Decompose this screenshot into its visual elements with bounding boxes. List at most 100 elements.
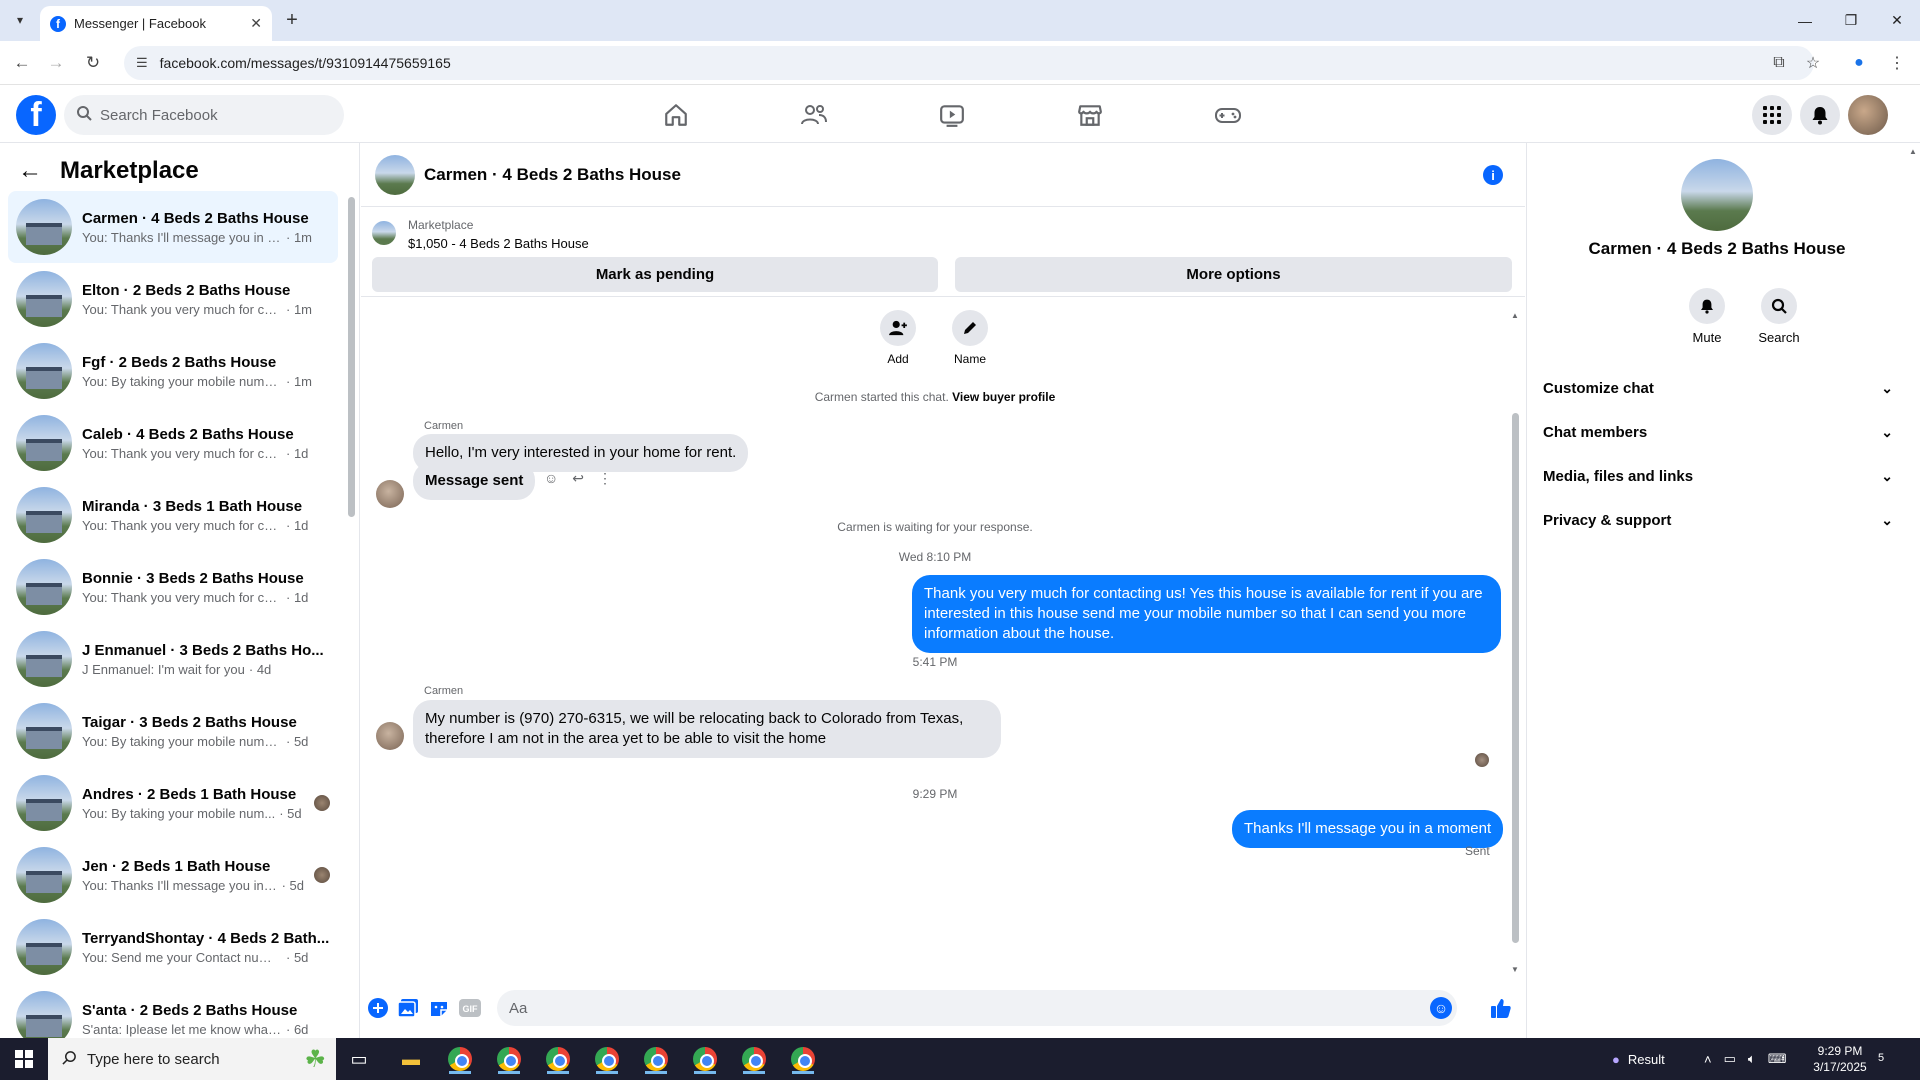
account-avatar[interactable]: [1848, 95, 1888, 135]
taskbar-search-input[interactable]: Type here to search ☘: [48, 1038, 336, 1080]
profile-icon[interactable]: ●: [1846, 50, 1872, 76]
incoming-message[interactable]: My number is (970) 270-6315, we will be …: [413, 700, 1001, 758]
conversation-item[interactable]: Taigar · 3 Beds 2 Baths House You: By tak…: [8, 695, 338, 767]
minimize-icon[interactable]: —: [1782, 0, 1828, 41]
conversation-item[interactable]: Jen · 2 Beds 1 Bath House You: Thanks I'l…: [8, 839, 338, 911]
notifications-bell-icon[interactable]: [1800, 95, 1840, 135]
listing-title[interactable]: $1,050 - 4 Beds 2 Baths House: [408, 236, 589, 251]
outgoing-message[interactable]: Thank you very much for contacting us! Y…: [912, 575, 1501, 653]
more-actions-icon[interactable]: ⋮: [598, 470, 612, 487]
chrome-taskbar-icon[interactable]: [739, 1044, 769, 1074]
chat-avatar[interactable]: [375, 155, 415, 195]
panel-scroll-up-icon[interactable]: ▲: [1909, 147, 1917, 156]
more-options-button[interactable]: More options: [955, 257, 1512, 292]
details-avatar[interactable]: [1681, 159, 1753, 231]
facebook-search-input[interactable]: Search Facebook: [64, 95, 344, 135]
bookmark-star-icon[interactable]: ☆: [1800, 50, 1826, 76]
conversation-item[interactable]: S'anta · 2 Beds 2 Baths House S'anta: Ipl…: [8, 983, 338, 1038]
chrome-taskbar-icon[interactable]: [445, 1044, 475, 1074]
facebook-logo-icon[interactable]: f: [16, 95, 56, 135]
forward-icon[interactable]: →: [43, 50, 69, 76]
sidebar-scrollbar[interactable]: [348, 197, 355, 517]
sticker-icon[interactable]: [428, 997, 450, 1019]
listing-thumbnail[interactable]: [372, 221, 396, 245]
restore-icon[interactable]: ❐: [1828, 0, 1874, 41]
privacy-support-section[interactable]: Privacy & support ⌄: [1543, 498, 1893, 542]
chrome-taskbar-icon[interactable]: [494, 1044, 524, 1074]
friends-icon[interactable]: [790, 95, 838, 135]
conversation-item[interactable]: Andres · 2 Beds 1 Bath House You: By taki…: [8, 767, 338, 839]
sender-avatar[interactable]: [376, 480, 404, 508]
site-info-icon[interactable]: ☰: [136, 55, 148, 71]
result-tray-item[interactable]: ● Result: [1612, 1038, 1665, 1080]
sender-avatar[interactable]: [376, 722, 404, 750]
volume-icon[interactable]: 🔈︎: [1748, 1051, 1756, 1067]
name-chat-button[interactable]: Name: [940, 310, 1000, 366]
gif-icon[interactable]: GIF: [459, 997, 481, 1019]
conversation-item[interactable]: Carmen · 4 Beds 2 Baths House You: Thanks…: [8, 191, 338, 263]
reply-icon[interactable]: ↩: [572, 470, 584, 487]
chat-scrollbar[interactable]: [1512, 413, 1519, 943]
react-emoji-icon[interactable]: ☺: [544, 470, 558, 487]
browser-tab[interactable]: f Messenger | Facebook ✕: [40, 6, 272, 41]
gaming-icon[interactable]: [1204, 95, 1252, 135]
show-hidden-icons-icon[interactable]: ˄: [1704, 1052, 1712, 1067]
info-icon[interactable]: i: [1483, 165, 1503, 185]
conversation-item[interactable]: Fgf · 2 Beds 2 Baths House You: By taking…: [8, 335, 338, 407]
conversation-name: Taigar · 3 Beds 2 Baths House: [82, 713, 297, 731]
home-icon[interactable]: [652, 95, 700, 135]
tab-search-dropdown-icon[interactable]: ▾: [8, 8, 32, 32]
add-people-button[interactable]: Add: [868, 310, 928, 366]
mark-as-pending-button[interactable]: Mark as pending: [372, 257, 938, 292]
conversation-item[interactable]: J Enmanuel · 3 Beds 2 Baths Ho... J Enman…: [8, 623, 338, 695]
conversation-name: Carmen · 4 Beds 2 Baths House: [82, 209, 309, 227]
plus-circle-icon[interactable]: [367, 997, 389, 1019]
install-app-icon[interactable]: ⧉: [1766, 50, 1792, 76]
task-view-icon[interactable]: ▭: [344, 1044, 374, 1074]
conversation-item[interactable]: Miranda · 3 Beds 1 Bath House You: Thank …: [8, 479, 338, 551]
windows-start-icon[interactable]: [0, 1038, 48, 1080]
reload-icon[interactable]: ↻: [80, 50, 106, 76]
outgoing-message[interactable]: Thanks I'll message you in a moment: [1232, 810, 1504, 848]
chat-members-section[interactable]: Chat members ⌄: [1543, 410, 1893, 454]
video-icon[interactable]: [928, 95, 976, 135]
incoming-message[interactable]: Message sent: [413, 462, 536, 500]
back-icon[interactable]: ←: [9, 50, 35, 76]
customize-chat-section[interactable]: Customize chat ⌄: [1543, 366, 1893, 410]
taskbar-clock[interactable]: 9:29 PM 3/17/2025: [1800, 1043, 1880, 1075]
notification-center-icon[interactable]: 5: [1878, 1048, 1884, 1066]
scroll-down-arrow-icon[interactable]: ▼: [1511, 965, 1519, 974]
conversation-item[interactable]: Elton · 2 Beds 2 Baths House You: Thank y…: [8, 263, 338, 335]
network-icon[interactable]: ▭: [1724, 1051, 1736, 1067]
view-buyer-profile-link[interactable]: View buyer profile: [952, 390, 1055, 404]
emoji-icon[interactable]: ☺: [1430, 997, 1452, 1019]
message-input[interactable]: Aa: [497, 990, 1457, 1026]
marketplace-icon[interactable]: [1066, 95, 1114, 135]
chat-title[interactable]: Carmen · 4 Beds 2 Baths House: [424, 165, 681, 185]
keyboard-icon[interactable]: ⌨: [1768, 1051, 1787, 1067]
file-explorer-icon[interactable]: ▬: [396, 1044, 426, 1074]
conversation-item[interactable]: Bonnie · 3 Beds 2 Baths House You: Thank …: [8, 551, 338, 623]
media-files-links-section[interactable]: Media, files and links ⌄: [1543, 454, 1893, 498]
url-field[interactable]: ☰ facebook.com/messages/t/93109144756591…: [124, 46, 1814, 80]
chrome-taskbar-icon[interactable]: [543, 1044, 573, 1074]
search-in-chat-button[interactable]: Search: [1749, 288, 1809, 345]
back-arrow-icon[interactable]: ←: [18, 157, 42, 185]
scroll-up-arrow-icon[interactable]: ▲: [1511, 311, 1519, 320]
photo-icon[interactable]: [397, 997, 419, 1019]
menu-grid-icon[interactable]: [1752, 95, 1792, 135]
chrome-taskbar-icon[interactable]: [788, 1044, 818, 1074]
close-window-icon[interactable]: ✕: [1874, 0, 1920, 41]
tab-close-icon[interactable]: ✕: [250, 15, 262, 32]
conversation-item[interactable]: Caleb · 4 Beds 2 Baths House You: Thank y…: [8, 407, 338, 479]
mute-button[interactable]: Mute: [1677, 288, 1737, 345]
chrome-menu-icon[interactable]: ⋮: [1884, 50, 1910, 76]
conversation-preview: J Enmanuel: I'm wait for you · 4d: [82, 662, 330, 677]
chrome-taskbar-icon[interactable]: [592, 1044, 622, 1074]
conversation-item[interactable]: TerryandShontay · 4 Beds 2 Bath... You: S…: [8, 911, 338, 983]
chrome-taskbar-icon[interactable]: [641, 1044, 671, 1074]
taskbar-search-placeholder: Type here to search: [87, 1050, 220, 1068]
chrome-taskbar-icon[interactable]: [690, 1044, 720, 1074]
new-tab-icon[interactable]: +: [280, 8, 304, 32]
thumbs-up-icon[interactable]: [1490, 997, 1512, 1019]
